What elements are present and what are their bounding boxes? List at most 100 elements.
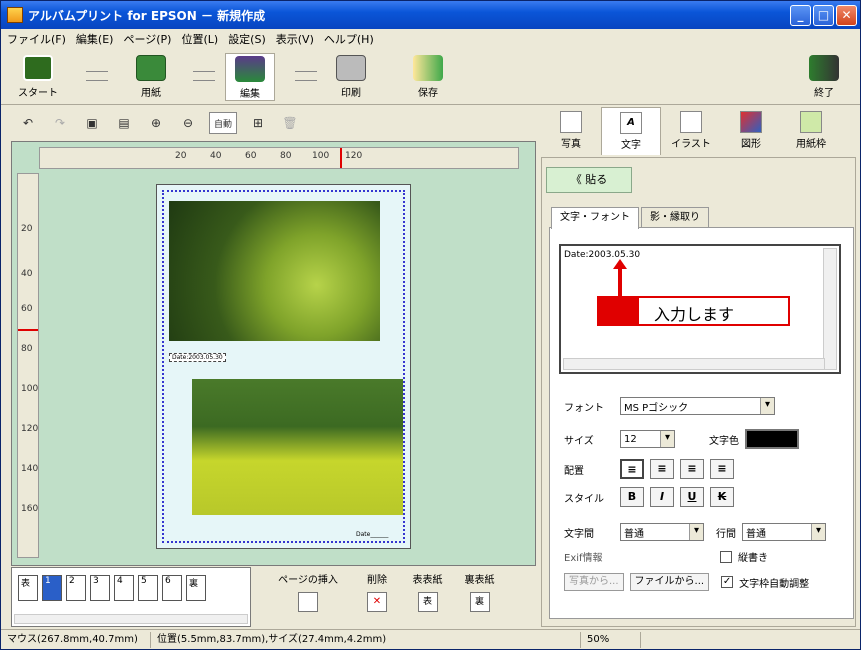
menu-position[interactable]: 位置(L) [181, 31, 218, 47]
tab-illust[interactable]: イラスト [661, 107, 721, 155]
print-button[interactable]: 印刷 [326, 53, 376, 101]
text-scrollbar-v[interactable] [823, 248, 837, 370]
step-arrow-icon [193, 71, 215, 81]
delete-page-button[interactable]: 削除 ✕ [357, 571, 397, 612]
font-row: フォント MS Pゴシック ▾ [564, 397, 775, 415]
paper-button[interactable]: 用紙 [126, 53, 176, 101]
page-thumb-5[interactable]: 5 [138, 575, 158, 601]
from-file-button[interactable]: ファイルから... [629, 573, 710, 591]
size-row: サイズ 12 ▾ 文字色 [564, 429, 799, 449]
align-justify-icon[interactable]: ≡ [710, 459, 734, 479]
photo-forest[interactable] [169, 201, 380, 341]
grid-icon[interactable]: ⊞ [247, 112, 269, 134]
underline-button[interactable]: U [680, 487, 704, 507]
exif-label: Exif情報 [564, 553, 603, 564]
page-thumb-6[interactable]: 6 [162, 575, 182, 601]
frame-icon [800, 111, 822, 133]
send-back-icon[interactable]: ▤ [113, 112, 135, 134]
menu-settings[interactable]: 設定(S) [228, 31, 266, 47]
size-select[interactable]: 12 ▾ [620, 430, 675, 448]
photo-field[interactable] [192, 379, 403, 515]
tab-frame[interactable]: 用紙枠 [781, 107, 841, 155]
redo-icon[interactable]: ↷ [49, 112, 71, 134]
strikethrough-button[interactable]: K [710, 487, 734, 507]
thumbs-scrollbar[interactable] [14, 614, 248, 624]
shape-icon [740, 111, 762, 133]
app-icon [7, 7, 23, 23]
bold-button[interactable]: B [620, 487, 644, 507]
italic-button[interactable]: I [650, 487, 674, 507]
ruler-h-label: 80 [280, 151, 292, 161]
tab-shadow-border[interactable]: 影・縁取り [641, 207, 709, 229]
exit-label: 終了 [814, 88, 834, 99]
tab-photo[interactable]: 写真 [541, 107, 601, 155]
zoom-in-icon[interactable]: ⊕ [145, 112, 167, 134]
menu-help[interactable]: ヘルプ(H) [324, 31, 374, 47]
vertical-checkbox[interactable] [720, 550, 732, 563]
save-label: 保存 [418, 88, 438, 99]
char-spacing-select[interactable]: 普通 ▾ [620, 523, 704, 541]
edit-button[interactable]: 編集 [225, 53, 275, 101]
zoom-out-icon[interactable]: ⊖ [177, 112, 199, 134]
paste-button[interactable]: 《 貼る [546, 167, 632, 193]
paper-label: 用紙 [141, 88, 161, 99]
start-button[interactable]: スタート [13, 53, 63, 101]
page-thumb-2[interactable]: 2 [66, 575, 86, 601]
callout-text: 入力します [654, 305, 735, 324]
page-thumb-1[interactable]: 1 [42, 575, 62, 601]
align-right-icon[interactable]: ≡ [680, 459, 704, 479]
trash-icon[interactable]: 🗑 [279, 112, 301, 134]
char-spacing-value: 普通 [624, 528, 644, 540]
insert-page-button[interactable]: ページの挿入 [263, 571, 353, 612]
text-input-value: Date:2003.05.30 [564, 250, 641, 260]
tab-shape-label: 図形 [741, 139, 761, 150]
tab-shape[interactable]: 図形 [721, 107, 781, 155]
menu-page[interactable]: ページ(P) [123, 31, 171, 47]
page-thumb-3[interactable]: 3 [90, 575, 110, 601]
align-row: 配置 ≡ ≡ ≡ ≡ [564, 459, 734, 479]
text-scrollbar-h[interactable] [563, 358, 825, 370]
front-cover-button[interactable]: 表表紙 表 [405, 571, 450, 612]
minimize-button[interactable]: _ [790, 5, 811, 26]
save-button[interactable]: 保存 [403, 53, 453, 101]
exit-button[interactable]: 終了 [799, 53, 849, 101]
menu-view[interactable]: 表示(V) [276, 31, 314, 47]
ruler-h-label: 40 [210, 151, 222, 161]
auto-zoom-button[interactable]: 自動 [209, 112, 237, 134]
back-cover-icon: 裏 [469, 592, 490, 612]
align-center-icon[interactable]: ≡ [650, 459, 674, 479]
bring-front-icon[interactable]: ▣ [81, 112, 103, 134]
date-small-text[interactable]: Date______ [356, 531, 388, 538]
ruler-h-label: 60 [245, 151, 257, 161]
page-thumb-4[interactable]: 4 [114, 575, 134, 601]
close-button[interactable]: ✕ [836, 5, 857, 26]
page-thumb-front[interactable]: 表 [18, 575, 38, 601]
status-position: 位置(5.5mm,83.7mm),サイズ(27.4mm,4.2mm) [151, 631, 581, 648]
delete-x-icon: ✕ [367, 592, 387, 612]
ruler-v-label: 60 [21, 304, 33, 314]
menu-file[interactable]: ファイル(F) [7, 31, 66, 47]
callout-arrow-line [618, 269, 622, 297]
ruler-v-label: 40 [21, 269, 33, 279]
undo-icon[interactable]: ↶ [17, 112, 39, 134]
exit-icon [809, 55, 839, 81]
tab-text-font[interactable]: 文字・フォント [551, 207, 639, 229]
menu-edit[interactable]: 編集(E) [76, 31, 114, 47]
callout-red-block [599, 298, 639, 324]
align-left-icon[interactable]: ≡ [620, 459, 644, 479]
text-color-label: 文字色 [709, 435, 739, 447]
autofit-checkbox[interactable]: ✓ [721, 576, 734, 588]
line-spacing-select[interactable]: 普通 ▾ [742, 523, 826, 541]
vertical-ruler: 20 40 60 80 100 120 140 160 [17, 173, 39, 558]
maximize-button[interactable]: □ [813, 5, 834, 26]
from-photo-button[interactable]: 写真から... [564, 573, 624, 591]
chevron-down-icon: ▾ [760, 398, 774, 414]
right-tab-bar: 写真 A 文字 イラスト 図形 用紙枠 [541, 107, 858, 155]
tab-text[interactable]: A 文字 [601, 107, 661, 155]
font-select[interactable]: MS Pゴシック ▾ [620, 397, 775, 415]
text-color-swatch[interactable] [745, 429, 799, 449]
tab-frame-label: 用紙枠 [796, 139, 826, 150]
date-text-object[interactable]: Date:2003.05.30 [169, 353, 226, 362]
back-cover-button[interactable]: 裏表紙 裏 [457, 571, 502, 612]
page-thumb-back[interactable]: 裏 [186, 575, 206, 601]
